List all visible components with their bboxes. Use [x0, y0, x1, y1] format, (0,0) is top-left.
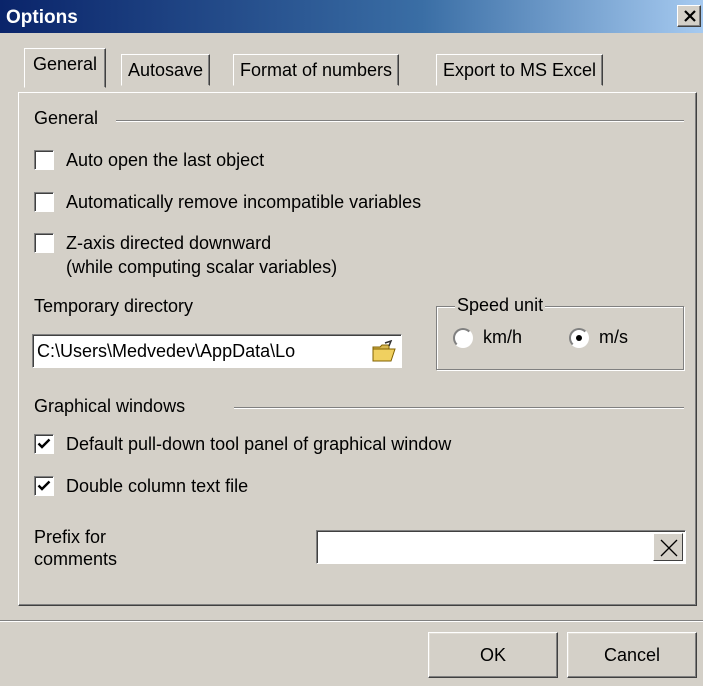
auto-open-label: Auto open the last object	[66, 150, 265, 170]
pulldown-row[interactable]: Default pull-down tool panel of graphica…	[34, 432, 451, 456]
title-bar: Options	[0, 0, 703, 34]
folder-open-icon[interactable]	[371, 340, 397, 364]
clear-x-icon	[660, 539, 678, 557]
radio-selected-dot	[576, 334, 582, 341]
checkmark-icon	[37, 438, 51, 449]
temp-dir-field[interactable]: C:\Users\Medvedev\AppData\Lo	[32, 334, 402, 368]
double-column-checkbox[interactable]	[34, 476, 54, 496]
tab-autosave[interactable]: Autosave	[121, 54, 211, 86]
close-button[interactable]	[677, 5, 701, 27]
window-title: Options	[6, 7, 78, 28]
auto-remove-label: Automatically remove incompatible variab…	[66, 192, 422, 212]
prefix-input[interactable]	[316, 530, 686, 564]
speed-unit-group: Speed unit km/h m/s	[436, 295, 684, 370]
radio-ms[interactable]	[569, 327, 589, 348]
z-axis-row[interactable]: Z-axis directed downward (while computin…	[34, 231, 337, 279]
radio-kmh-label: km/h	[483, 327, 523, 347]
temp-dir-value: C:\Users\Medvedev\AppData\Lo	[37, 341, 296, 361]
close-icon	[684, 10, 696, 22]
cancel-button[interactable]: Cancel	[567, 632, 697, 678]
radio-ms-row[interactable]: m/s	[569, 327, 628, 348]
radio-kmh-row[interactable]: km/h	[453, 327, 522, 348]
z-axis-label: Z-axis directed downward	[66, 233, 272, 253]
auto-open-row[interactable]: Auto open the last object	[34, 148, 264, 172]
double-column-row[interactable]: Double column text file	[34, 474, 248, 498]
pulldown-checkbox[interactable]	[34, 434, 54, 454]
auto-open-checkbox[interactable]	[34, 150, 54, 170]
footer-separator	[0, 620, 703, 622]
prefix-label: Prefix for comments	[34, 526, 117, 570]
clear-button[interactable]	[653, 533, 683, 561]
z-axis-checkbox[interactable]	[34, 233, 54, 253]
speed-unit-title: Speed unit	[455, 295, 546, 316]
tab-export-to-excel[interactable]: Export to MS Excel	[436, 54, 604, 86]
graphical-group-divider	[234, 407, 684, 409]
z-axis-sublabel: (while computing scalar variables)	[66, 257, 338, 277]
tab-format-of-numbers[interactable]: Format of numbers	[233, 54, 400, 86]
general-group-label: General	[34, 108, 105, 129]
temp-dir-label: Temporary directory	[34, 296, 194, 316]
graphical-group-label: Graphical windows	[34, 396, 192, 417]
pulldown-label: Default pull-down tool panel of graphica…	[66, 434, 452, 454]
prefix-label-line2: comments	[34, 549, 118, 569]
tab-general[interactable]: General	[24, 48, 107, 88]
radio-kmh[interactable]	[453, 327, 473, 348]
ok-button[interactable]: OK	[428, 632, 558, 678]
radio-ms-label: m/s	[599, 327, 628, 347]
general-group-divider	[116, 120, 684, 122]
auto-remove-checkbox[interactable]	[34, 192, 54, 212]
z-axis-label-block: Z-axis directed downward (while computin…	[66, 231, 337, 279]
checkmark-icon	[37, 480, 51, 491]
double-column-label: Double column text file	[66, 476, 249, 496]
prefix-label-line1: Prefix for	[34, 527, 107, 547]
auto-remove-row[interactable]: Automatically remove incompatible variab…	[34, 190, 421, 214]
